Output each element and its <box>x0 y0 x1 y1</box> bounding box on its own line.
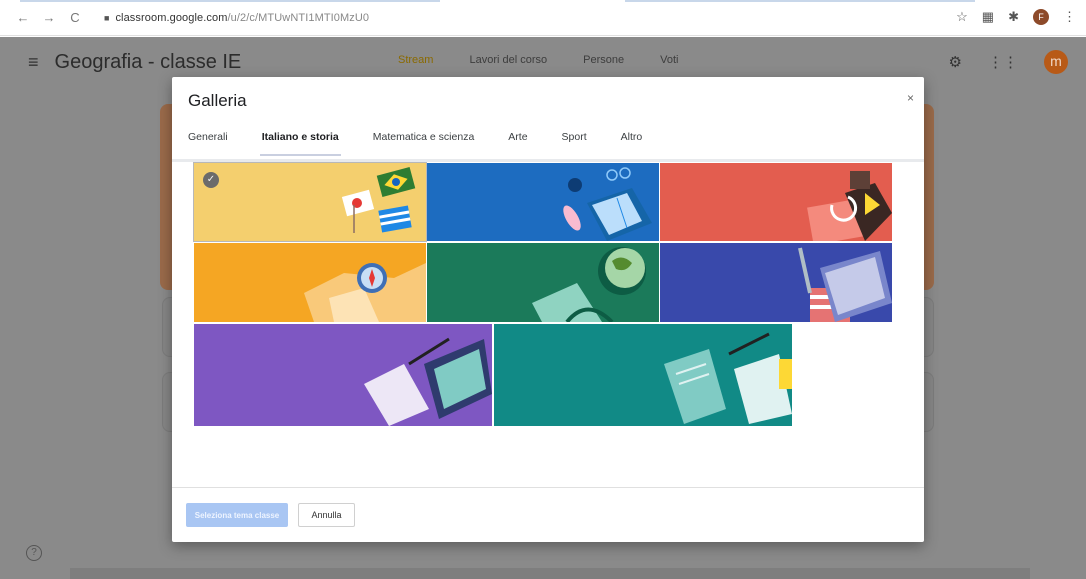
selected-check-icon: ✓ <box>203 172 219 188</box>
tab-sport[interactable]: Sport <box>562 125 587 159</box>
notes-illustration <box>664 332 792 424</box>
apps-grid-icon[interactable]: ⋮⋮ <box>988 53 1018 71</box>
theme-tile-notes[interactable] <box>494 324 792 426</box>
laptop-illustration <box>364 337 492 426</box>
lock-icon: ■ <box>104 12 110 23</box>
tab-voti[interactable]: Voti <box>660 54 678 66</box>
theme-tile-map[interactable] <box>194 243 426 322</box>
extensions-icon[interactable]: ✱ <box>1008 9 1019 25</box>
browser-toolbar: ← → C ■ classroom.google.com/u/2/c/MTUwN… <box>0 0 1086 36</box>
tab-strip <box>20 0 440 2</box>
back-icon[interactable]: ← <box>12 10 34 25</box>
class-title: Geografia - classe IE <box>54 50 242 73</box>
profile-avatar[interactable]: F <box>1033 9 1049 25</box>
tab-matematica-e-scienza[interactable]: Matematica e scienza <box>373 125 475 159</box>
tab-italiano-e-storia[interactable]: Italiano e storia <box>259 125 341 159</box>
tab-generali[interactable]: Generali <box>188 125 228 159</box>
tab-persone[interactable]: Persone <box>583 54 624 66</box>
menu-icon[interactable]: ⋮ <box>1063 9 1076 25</box>
theme-tile-books[interactable] <box>427 163 659 241</box>
dialog-title: Galleria <box>188 91 247 110</box>
star-icon[interactable]: ☆ <box>956 9 968 25</box>
books-illustration <box>563 167 652 241</box>
gallery-dialog: Galleria × Generali Italiano e storia Ma… <box>172 77 924 542</box>
address-bar[interactable]: classroom.google.com/u/2/c/MTUwNTI1MTI0M… <box>115 12 369 24</box>
footer-divider <box>172 487 924 488</box>
theme-tile-history[interactable] <box>660 163 892 241</box>
close-icon[interactable]: × <box>907 91 914 105</box>
help-icon[interactable]: ? <box>26 545 42 561</box>
flags-illustration <box>341 166 416 233</box>
gallery-tabs: Generali Italiano e storia Matematica e … <box>188 125 676 159</box>
map-illustration <box>304 263 426 322</box>
theme-tile-laptop[interactable] <box>194 324 492 426</box>
bottom-strip <box>70 568 1030 579</box>
forward-icon[interactable]: → <box>38 10 60 25</box>
globe-illustration <box>532 247 646 322</box>
tab-altro[interactable]: Altro <box>621 125 643 159</box>
tab-arte[interactable]: Arte <box>508 125 527 159</box>
tabs-divider <box>172 159 924 162</box>
url-host: classroom.google.com <box>115 11 228 24</box>
select-theme-button[interactable]: Seleziona tema classe <box>186 503 288 527</box>
history-illustration <box>807 171 892 241</box>
cancel-button[interactable]: Annulla <box>298 503 355 527</box>
tab-strip <box>625 0 975 2</box>
class-tabs: Stream Lavori del corso Persone Voti <box>398 54 678 66</box>
apps-extension-icon[interactable]: ▦ <box>982 9 994 25</box>
reload-icon[interactable]: C <box>64 10 86 25</box>
user-avatar[interactable]: m <box>1044 50 1068 74</box>
hamburger-menu-icon[interactable]: ≡ <box>28 52 39 73</box>
tab-lavori-del-corso[interactable]: Lavori del corso <box>469 54 547 66</box>
tab-stream[interactable]: Stream <box>398 54 433 66</box>
url-path: /u/2/c/MTUwNTI1MTI0MzU0 <box>227 11 370 24</box>
theme-tile-documents[interactable] <box>660 243 892 322</box>
theme-tile-globe[interactable] <box>427 243 659 322</box>
documents-illustration <box>798 247 892 322</box>
settings-icon[interactable]: ⚙ <box>949 53 962 71</box>
theme-tile-flags[interactable]: ✓ <box>193 162 427 242</box>
